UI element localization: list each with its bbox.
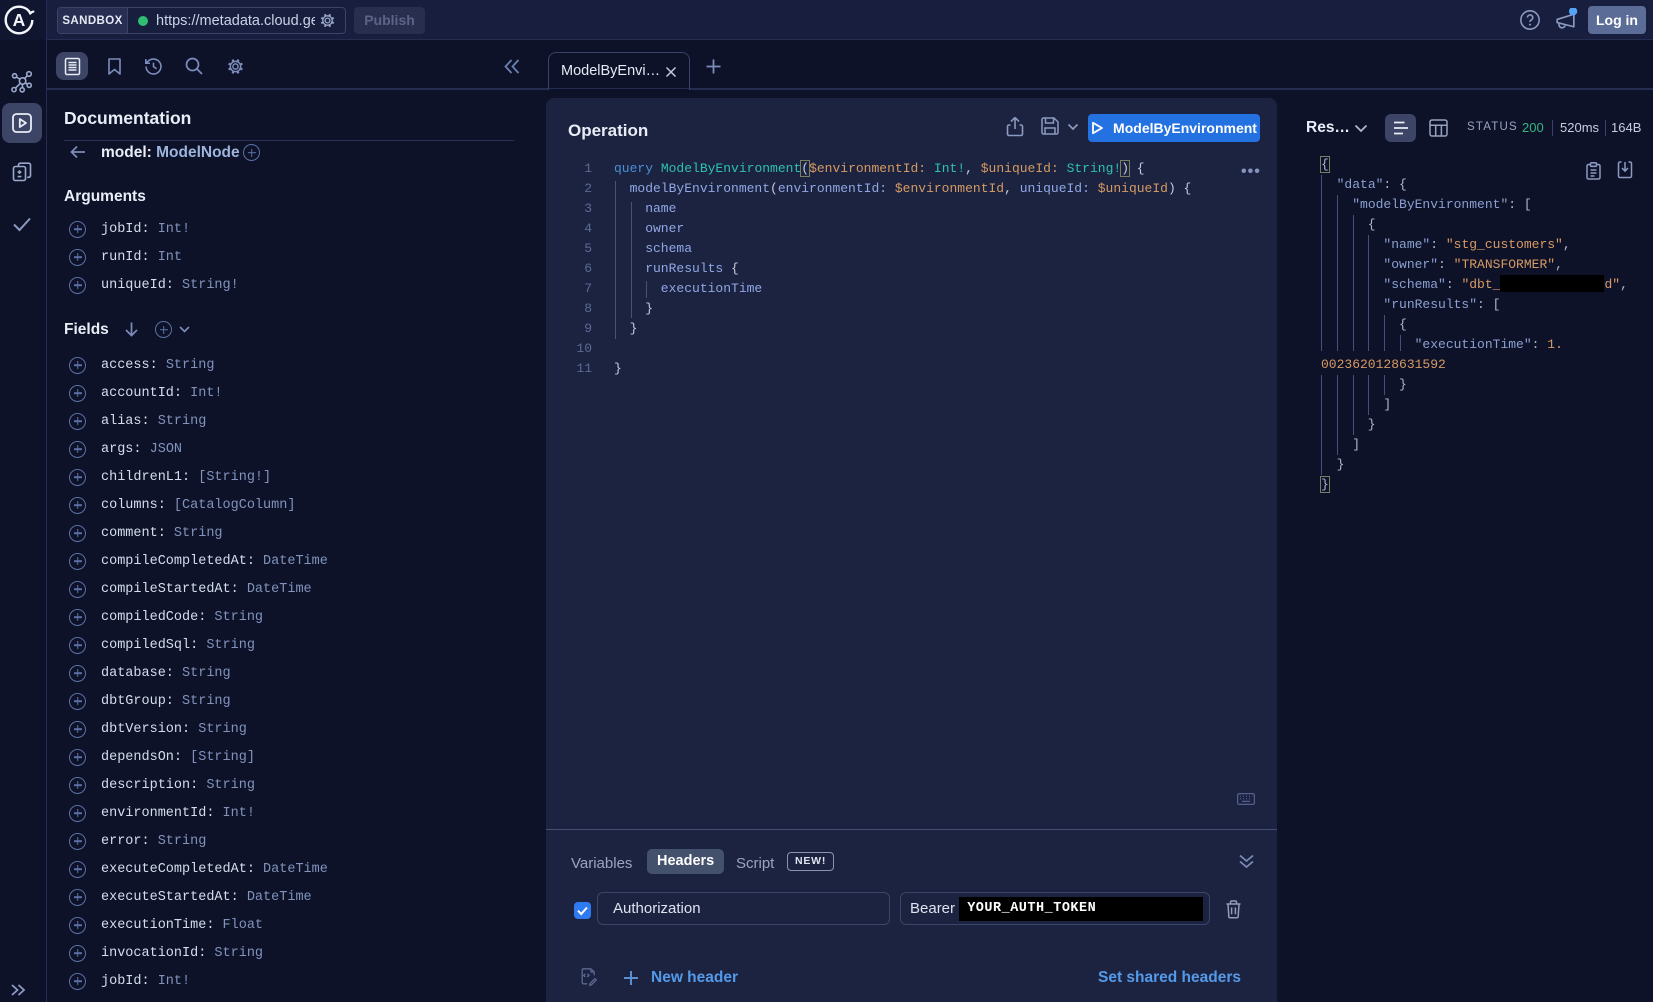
- svg-text:A: A: [13, 10, 26, 30]
